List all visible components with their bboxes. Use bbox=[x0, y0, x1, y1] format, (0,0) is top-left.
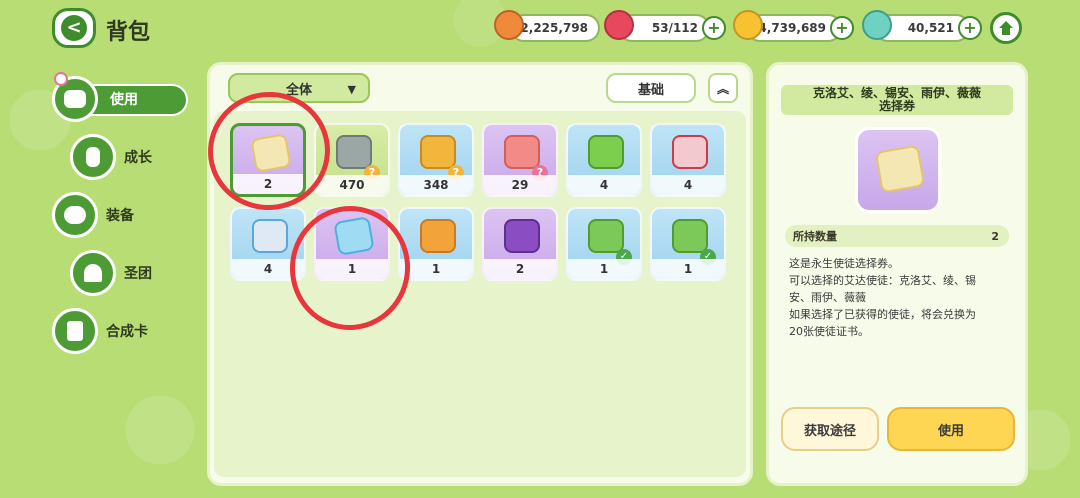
item-preview bbox=[855, 127, 941, 213]
owned-quantity-row: 所持数量 2 bbox=[785, 225, 1009, 247]
gray-chest-icon bbox=[336, 135, 372, 169]
back-button[interactable]: < bbox=[52, 8, 96, 48]
add-leaf-gem-button[interactable]: + bbox=[958, 16, 982, 40]
item-count: 4 bbox=[568, 175, 640, 195]
obtain-source-button[interactable]: 获取途径 bbox=[781, 407, 879, 451]
item-slot[interactable]: 2 bbox=[482, 207, 558, 281]
nav-item-synthesis-card[interactable]: 合成卡 bbox=[52, 308, 148, 354]
back-arrow-icon: < bbox=[61, 15, 87, 41]
item-count: 470 bbox=[316, 175, 388, 195]
item-slot[interactable]: ✓ 1 bbox=[650, 207, 726, 281]
item-count: 348 bbox=[400, 175, 472, 195]
nav-item-guild[interactable]: 圣团 bbox=[70, 250, 152, 296]
home-icon bbox=[999, 21, 1013, 35]
selection-ticket-icon bbox=[874, 144, 926, 194]
cloud-icon bbox=[52, 192, 98, 238]
item-name: 克洛艾、绫、锡安、雨伊、薇薇 选择券 bbox=[781, 85, 1013, 115]
item-slot[interactable]: 2 bbox=[230, 123, 306, 197]
nav-item-growth[interactable]: 成长 bbox=[70, 134, 152, 180]
item-grid: 2 ? 470 ? 348 ? 29 4 4 4 1 1 2 ✓ 1 ✓ 1 bbox=[214, 111, 746, 477]
inventory-panel: 全体 ▼ 基础 ︽ 2 ? 470 ? 348 ? 29 4 4 4 1 1 2… bbox=[207, 62, 753, 486]
resource-value: 4,739,689 bbox=[758, 21, 826, 35]
item-slot[interactable]: 1 bbox=[398, 207, 474, 281]
item-slot[interactable]: 4 bbox=[566, 123, 642, 197]
green-pack-icon bbox=[672, 219, 708, 253]
owned-quantity-value: 2 bbox=[991, 229, 999, 243]
add-gold-coin-button[interactable]: + bbox=[830, 16, 854, 40]
leaf-gem-icon bbox=[862, 10, 892, 40]
heart-gem-icon bbox=[604, 10, 634, 40]
resource-value: 2,225,798 bbox=[520, 21, 588, 35]
item-description: 这是永生使徒选择券。 可以选择的艾达使徒：克洛艾、绫、锡 安、雨伊、薇薇 如果选… bbox=[789, 257, 976, 338]
add-heart-gem-button[interactable]: + bbox=[702, 16, 726, 40]
notification-badge bbox=[54, 72, 68, 86]
blue-gift-icon bbox=[252, 219, 288, 253]
item-count: 1 bbox=[568, 259, 640, 279]
rainbow-chest-icon bbox=[504, 135, 540, 169]
item-count: 2 bbox=[484, 259, 556, 279]
potion-icon bbox=[70, 134, 116, 180]
resource-value: 40,521 bbox=[907, 21, 954, 35]
item-count: 1 bbox=[652, 259, 724, 279]
nav-label: 装备 bbox=[106, 208, 134, 224]
item-slot[interactable]: ? 470 bbox=[314, 123, 390, 197]
selection-ticket-icon bbox=[250, 133, 292, 173]
nav-label: 使用 bbox=[110, 92, 138, 108]
nav-label: 圣团 bbox=[124, 266, 152, 282]
item-slot[interactable]: ✓ 1 bbox=[566, 207, 642, 281]
owned-quantity-label: 所持数量 bbox=[793, 230, 837, 243]
item-count: 29 bbox=[484, 175, 556, 195]
item-slot[interactable]: 1 bbox=[314, 207, 390, 281]
filter-dropdown[interactable]: 全体 ▼ bbox=[228, 73, 370, 103]
green-pack-icon bbox=[588, 219, 624, 253]
item-slot[interactable]: 4 bbox=[230, 207, 306, 281]
nav-label: 合成卡 bbox=[106, 324, 148, 340]
card-icon bbox=[52, 308, 98, 354]
collapse-button[interactable]: ︽ bbox=[708, 73, 738, 103]
item-count: 2 bbox=[233, 174, 303, 194]
filter-dropdown-label: 全体 bbox=[285, 82, 312, 98]
item-count: 4 bbox=[232, 259, 304, 279]
item-count: 1 bbox=[316, 259, 388, 279]
chevron-down-icon: ▼ bbox=[347, 83, 356, 96]
gold-chest-icon bbox=[420, 135, 456, 169]
item-detail-panel: 克洛艾、绫、锡安、雨伊、薇薇 选择券 所持数量 2 这是永生使徒选择券。 可以选… bbox=[766, 62, 1028, 486]
item-slot[interactable]: ? 348 bbox=[398, 123, 474, 197]
cookie-coin-icon bbox=[494, 10, 524, 40]
nav-item-equipment[interactable]: 装备 bbox=[52, 192, 134, 238]
gold-coin-icon bbox=[733, 10, 763, 40]
page-title: 背包 bbox=[106, 20, 151, 45]
orange-pack-icon bbox=[420, 219, 456, 253]
item-count: 1 bbox=[400, 259, 472, 279]
item-slot[interactable]: 4 bbox=[650, 123, 726, 197]
green-gift-icon bbox=[588, 135, 624, 169]
item-count: 4 bbox=[652, 175, 724, 195]
sort-button[interactable]: 基础 bbox=[606, 73, 696, 103]
castle-icon bbox=[70, 250, 116, 296]
item-slot[interactable]: ? 29 bbox=[482, 123, 558, 197]
home-button[interactable] bbox=[990, 12, 1022, 44]
use-button[interactable]: 使用 bbox=[887, 407, 1015, 451]
chevron-up-double-icon: ︽ bbox=[716, 81, 729, 96]
nav-label: 成长 bbox=[124, 150, 152, 166]
blue-ticket-icon bbox=[333, 216, 375, 256]
resource-value: 53/112 bbox=[651, 21, 698, 35]
purple-pack-icon bbox=[504, 219, 540, 253]
red-gift-icon bbox=[672, 135, 708, 169]
